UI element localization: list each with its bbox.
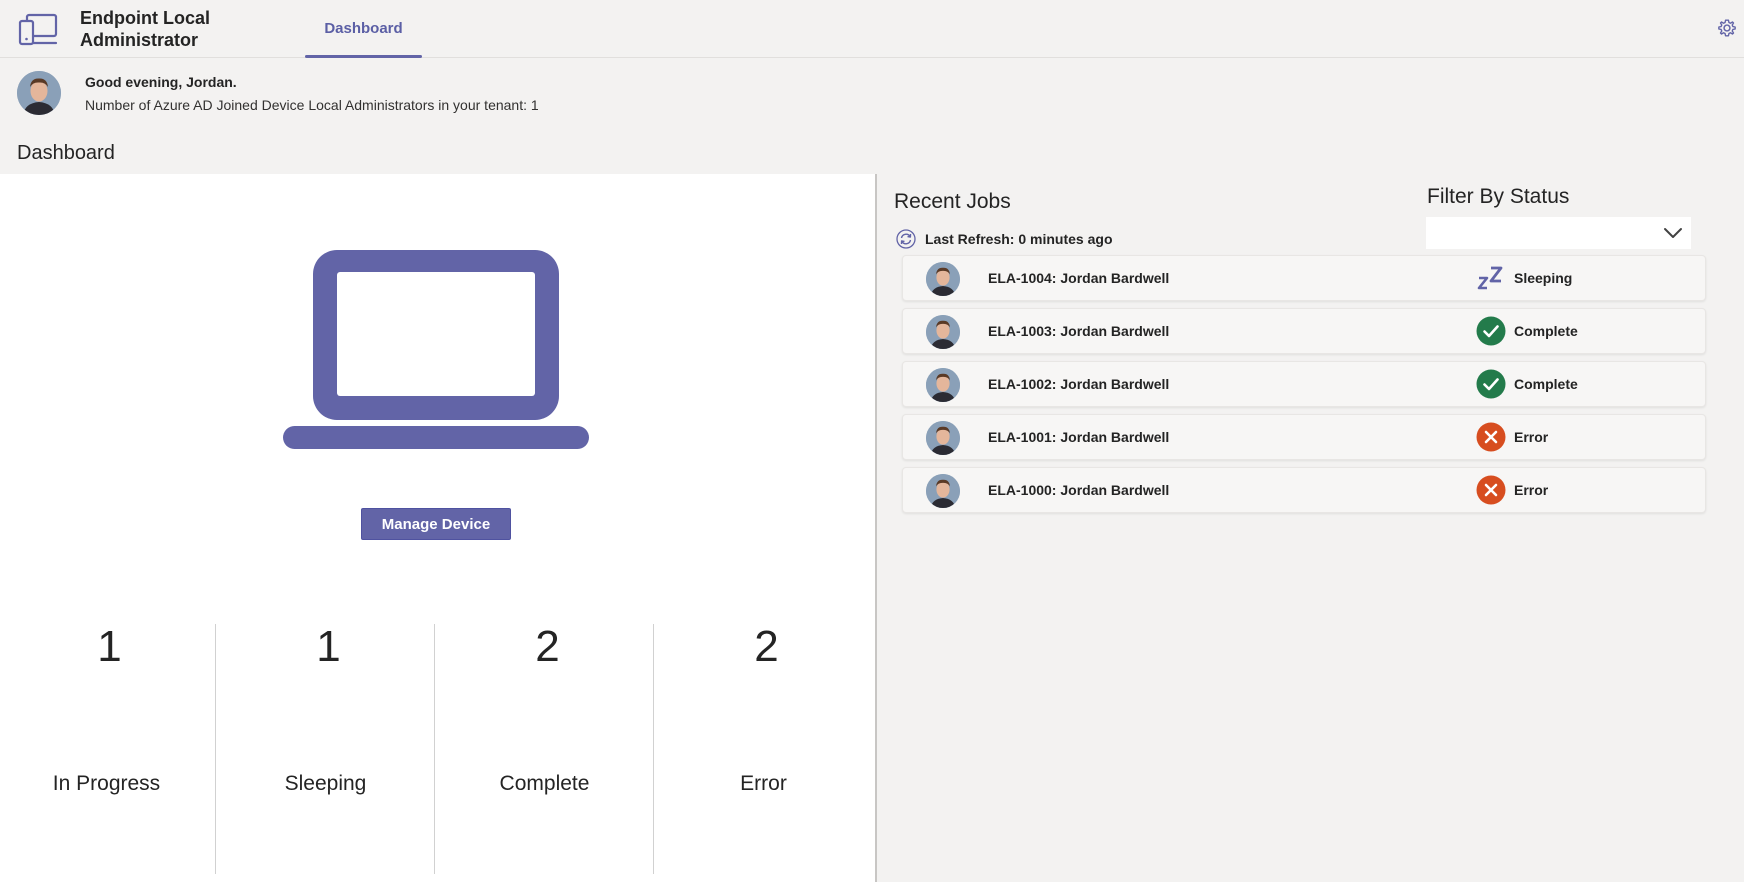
job-row[interactable]: ELA-1002: Jordan Bardwell Complete (902, 361, 1706, 407)
chevron-down-icon (1664, 228, 1682, 238)
job-row[interactable]: ELA-1003: Jordan Bardwell Complete (902, 308, 1706, 354)
stat-value: 1 (97, 622, 122, 671)
job-status: Sleeping (1514, 270, 1573, 286)
recent-jobs-title: Recent Jobs (894, 190, 1011, 213)
dashboard-panel: Manage Device 1 In Progress 1 Sleeping 2… (0, 174, 875, 882)
avatar (17, 71, 61, 115)
stat-complete: 2 Complete (438, 622, 657, 878)
avatar (926, 421, 960, 455)
tab-dashboard[interactable]: Dashboard (305, 0, 422, 58)
sleeping-icon (1477, 266, 1503, 290)
job-row[interactable]: ELA-1000: Jordan Bardwell Error (902, 467, 1706, 513)
stat-error: 2 Error (657, 622, 876, 878)
stat-label: Sleeping (284, 772, 367, 795)
stat-label: In Progress (52, 772, 161, 795)
greeting-text: Good evening, Jordan. (85, 74, 237, 90)
job-row[interactable]: ELA-1004: Jordan Bardwell Sleeping (902, 255, 1706, 301)
stat-value: 1 (316, 622, 341, 671)
job-status: Complete (1514, 376, 1578, 392)
error-icon (1476, 422, 1506, 452)
manage-device-button[interactable]: Manage Device (361, 508, 511, 540)
error-icon (1476, 475, 1506, 505)
panel-divider (875, 174, 877, 882)
avatar (926, 368, 960, 402)
avatar (926, 262, 960, 296)
job-title: ELA-1001: Jordan Bardwell (988, 429, 1170, 445)
avatar (926, 474, 960, 508)
stat-value: 2 (754, 622, 779, 671)
divider (653, 624, 654, 874)
stat-label: Error (740, 772, 787, 795)
job-status: Error (1514, 429, 1549, 445)
filter-title: Filter By Status (1427, 185, 1570, 208)
devices-icon (18, 13, 58, 46)
gear-icon[interactable] (1716, 17, 1738, 39)
app-title: Endpoint Local Administrator (80, 8, 210, 50)
page-title: Dashboard (17, 142, 115, 164)
last-refresh-text: Last Refresh: 0 minutes ago (925, 231, 1113, 247)
divider (215, 624, 216, 874)
refresh-icon[interactable] (896, 229, 916, 249)
job-title: ELA-1004: Jordan Bardwell (988, 270, 1170, 286)
admin-count-text: Number of Azure AD Joined Device Local A… (85, 97, 539, 113)
divider (434, 624, 435, 874)
job-title: ELA-1000: Jordan Bardwell (988, 482, 1170, 498)
stat-label: Complete (499, 772, 590, 795)
status-filter-dropdown[interactable] (1426, 217, 1691, 249)
status-summary: 1 In Progress 1 Sleeping 2 Complete 2 Er… (0, 622, 875, 882)
stat-in-progress: 1 In Progress (0, 622, 219, 878)
job-status: Complete (1514, 323, 1578, 339)
job-title: ELA-1002: Jordan Bardwell (988, 376, 1170, 392)
stat-sleeping: 1 Sleeping (219, 622, 438, 878)
laptop-icon (283, 250, 589, 449)
top-bar: Endpoint Local Administrator Dashboard (0, 0, 1744, 58)
job-status: Error (1514, 482, 1549, 498)
job-row[interactable]: ELA-1001: Jordan Bardwell Error (902, 414, 1706, 460)
check-icon (1476, 316, 1506, 346)
job-title: ELA-1003: Jordan Bardwell (988, 323, 1170, 339)
avatar (926, 315, 960, 349)
check-icon (1476, 369, 1506, 399)
stat-value: 2 (535, 622, 560, 671)
